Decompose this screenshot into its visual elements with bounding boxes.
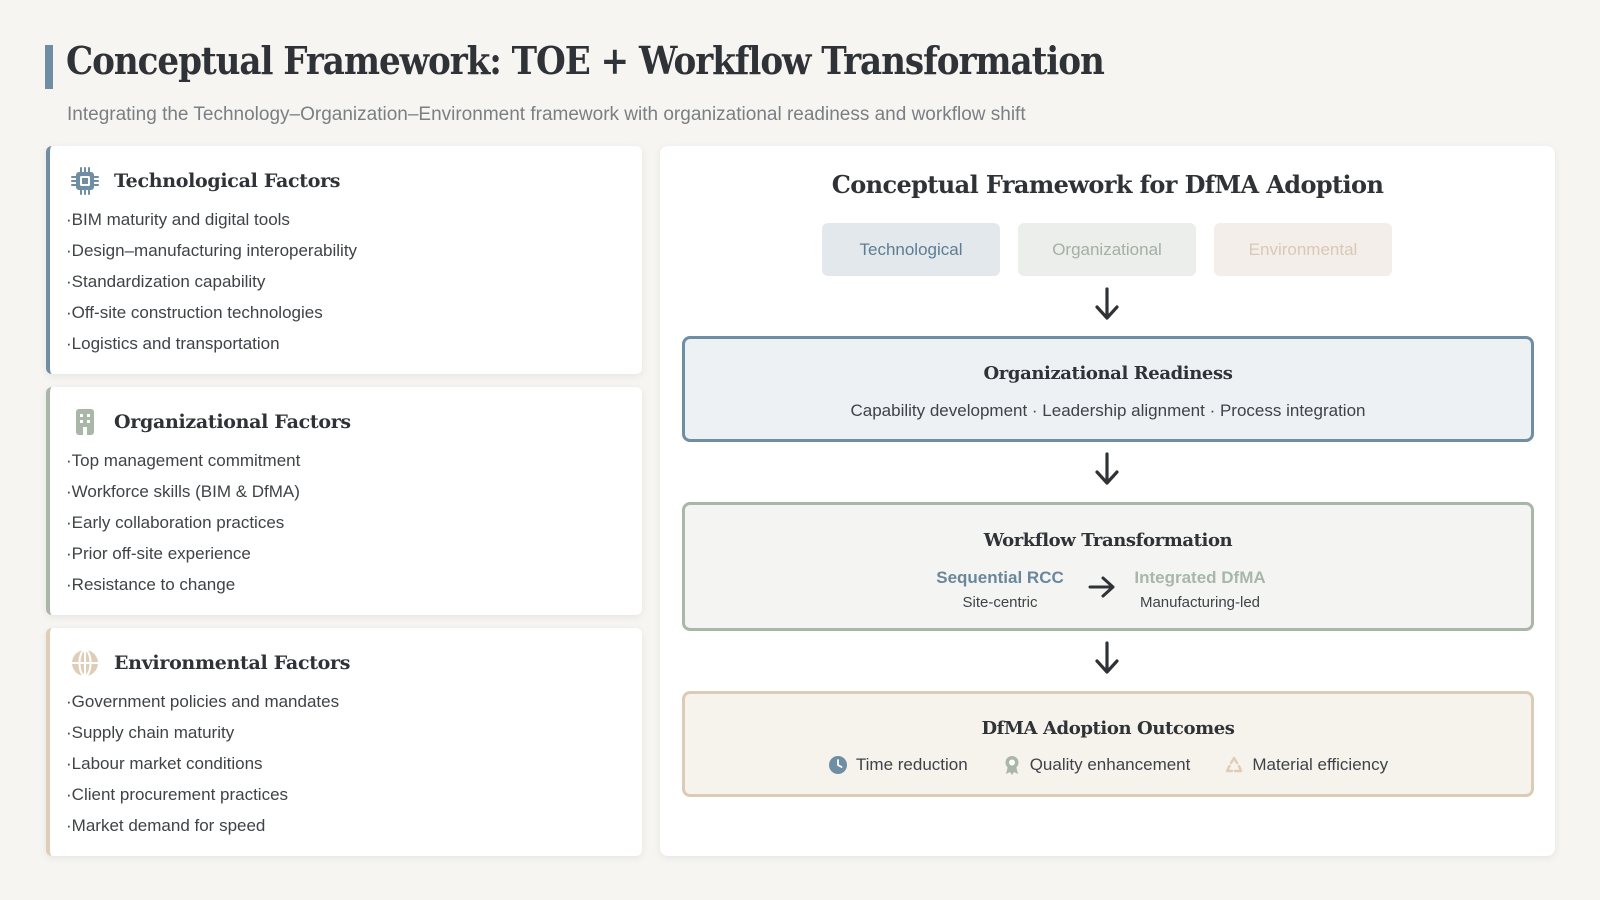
globe-icon bbox=[70, 648, 100, 678]
pill-environmental: Environmental bbox=[1214, 223, 1392, 276]
environmental-factors-card: Environmental Factors Government policie… bbox=[46, 628, 642, 856]
workflow-to-sub: Manufacturing-led bbox=[1139, 594, 1261, 611]
list-item: Labour market conditions bbox=[66, 748, 339, 779]
arrow-down-icon bbox=[1095, 452, 1119, 485]
list-item: Early collaboration practices bbox=[66, 507, 300, 538]
workflow-from-label: Sequential RCC bbox=[936, 568, 1064, 587]
factor-list: Top management commitment Workforce skil… bbox=[66, 445, 301, 600]
card-header: Organizational Factors bbox=[70, 407, 351, 437]
organizational-readiness-box: Organizational Readiness Capability deve… bbox=[682, 336, 1534, 442]
stage-title: DfMA Adoption Outcomes bbox=[981, 718, 1235, 739]
outcome-item: Time reduction bbox=[828, 755, 968, 775]
award-icon bbox=[1002, 755, 1022, 775]
list-item: Government policies and mandates bbox=[66, 686, 339, 717]
list-item: Prior off-site experience bbox=[66, 538, 300, 569]
page-subtitle: Integrating the Technology–Organization–… bbox=[67, 104, 1026, 125]
stage-title: Workflow Transformation bbox=[983, 530, 1233, 551]
list-item: Workforce skills (BIM & DfMA) bbox=[66, 476, 300, 507]
building-icon bbox=[70, 407, 100, 437]
workflow-transformation-box: Workflow Transformation Sequential RCC S… bbox=[682, 502, 1534, 631]
list-item: Supply chain maturity bbox=[66, 717, 339, 748]
list-item: Top management commitment bbox=[66, 445, 301, 476]
workflow-from-sub: Site-centric bbox=[962, 594, 1038, 611]
title-accent-bar bbox=[45, 45, 53, 89]
list-item: Off-site construction technologies bbox=[66, 297, 357, 328]
framework-panel: Conceptual Framework for DfMA Adoption T… bbox=[660, 146, 1555, 856]
list-item: Design–manufacturing interoperability bbox=[66, 235, 357, 266]
stage-description: Capability development · Leadership alig… bbox=[850, 401, 1366, 420]
card-header: Environmental Factors bbox=[70, 648, 350, 678]
framework-title: Conceptual Framework for DfMA Adoption bbox=[831, 170, 1384, 199]
factor-list: Government policies and mandates Supply … bbox=[66, 686, 339, 841]
card-title: Organizational Factors bbox=[114, 411, 351, 433]
list-item: Resistance to change bbox=[66, 569, 300, 600]
clock-icon bbox=[828, 755, 848, 775]
arrow-down-icon bbox=[1095, 641, 1119, 674]
list-item: BIM maturity and digital tools bbox=[66, 204, 357, 235]
stage-title: Organizational Readiness bbox=[983, 363, 1233, 384]
card-title: Technological Factors bbox=[114, 170, 341, 192]
list-item: Logistics and transportation bbox=[66, 328, 357, 359]
adoption-outcomes-box: DfMA Adoption Outcomes Time reduction Qu… bbox=[682, 691, 1534, 797]
pill-organizational: Organizational bbox=[1018, 223, 1196, 276]
outcome-label: Time reduction bbox=[855, 755, 968, 774]
factor-list: BIM maturity and digital tools Design–ma… bbox=[66, 204, 357, 359]
outcome-item: Quality enhancement bbox=[1002, 755, 1191, 775]
organizational-factors-card: Organizational Factors Top management co… bbox=[46, 387, 642, 615]
outcome-list: Time reduction Quality enhancement Mater… bbox=[685, 755, 1531, 775]
list-item: Market demand for speed bbox=[66, 810, 339, 841]
arrow-down-icon bbox=[1095, 287, 1119, 320]
chip-icon bbox=[70, 166, 100, 196]
outcome-item: Material efficiency bbox=[1224, 755, 1388, 775]
card-title: Environmental Factors bbox=[114, 652, 351, 674]
technological-factors-card: Technological Factors BIM maturity and d… bbox=[46, 146, 642, 374]
recycle-icon bbox=[1224, 755, 1244, 775]
pill-technological: Technological bbox=[822, 223, 1000, 276]
card-header: Technological Factors bbox=[70, 166, 341, 196]
arrow-right-icon bbox=[1088, 576, 1115, 598]
list-item: Client procurement practices bbox=[66, 779, 339, 810]
workflow-to: Integrated DfMA Manufacturing-led bbox=[1125, 568, 1275, 611]
outcome-label: Quality enhancement bbox=[1029, 755, 1191, 774]
outcome-label: Material efficiency bbox=[1252, 755, 1389, 774]
list-item: Standardization capability bbox=[66, 266, 357, 297]
page-title: Conceptual Framework: TOE + Workflow Tra… bbox=[66, 38, 1105, 83]
workflow-from: Sequential RCC Site-centric bbox=[925, 568, 1075, 611]
workflow-to-label: Integrated DfMA bbox=[1134, 568, 1266, 587]
